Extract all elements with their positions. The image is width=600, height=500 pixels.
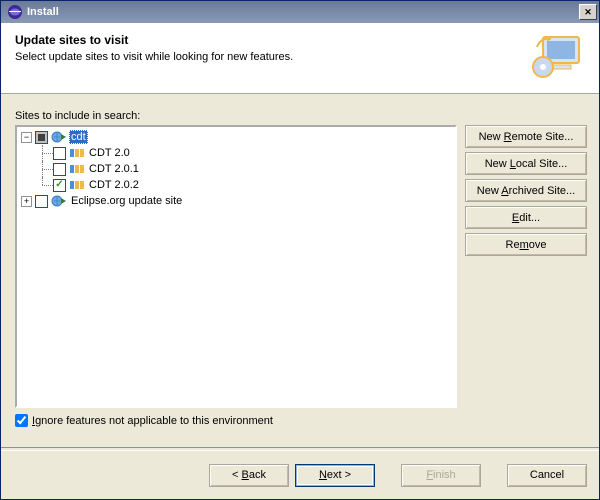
tree-item-cdt202[interactable]: CDT 2.0.2 <box>19 177 453 193</box>
feature-icon <box>69 161 85 177</box>
checkbox-cdt[interactable] <box>35 131 48 144</box>
wizard-body: Sites to include in search: − cdt <box>1 94 599 435</box>
ignore-row: Ignore features not applicable to this e… <box>15 414 587 427</box>
new-remote-site-button[interactable]: New Remote Site... <box>465 125 587 148</box>
update-wizard-icon <box>529 33 585 79</box>
globe-arrow-icon <box>51 193 67 209</box>
page-title: Update sites to visit <box>15 33 519 47</box>
new-archived-site-button[interactable]: New Archived Site... <box>465 179 587 202</box>
titlebar[interactable]: Install ✕ <box>1 1 599 23</box>
feature-icon <box>69 145 85 161</box>
tree-label: cdt <box>69 130 88 144</box>
tree-item-cdt201[interactable]: CDT 2.0.1 <box>19 161 453 177</box>
new-local-site-button[interactable]: New Local Site... <box>465 152 587 175</box>
globe-arrow-icon <box>51 129 67 145</box>
close-button[interactable]: ✕ <box>579 4 597 20</box>
wizard-footer: < Back Next > Finish Cancel <box>1 451 599 499</box>
collapse-icon[interactable]: − <box>21 132 32 143</box>
page-subtitle: Select update sites to visit while looki… <box>15 51 519 63</box>
ignore-label[interactable]: Ignore features not applicable to this e… <box>32 415 273 427</box>
site-buttons-column: New Remote Site... New Local Site... New… <box>465 125 587 408</box>
tree-label: CDT 2.0.2 <box>87 178 141 192</box>
cancel-button[interactable]: Cancel <box>507 464 587 487</box>
sites-label: Sites to include in search: <box>15 110 587 122</box>
tree-label: CDT 2.0 <box>87 146 132 160</box>
remove-button[interactable]: Remove <box>465 233 587 256</box>
expand-icon[interactable]: + <box>21 196 32 207</box>
checkbox-cdt20[interactable] <box>53 147 66 160</box>
tree-label: Eclipse.org update site <box>69 194 184 208</box>
tree-item-cdt20[interactable]: CDT 2.0 <box>19 145 453 161</box>
checkbox-cdt201[interactable] <box>53 163 66 176</box>
sites-tree[interactable]: − cdt CDT 2.0 <box>15 125 457 408</box>
next-button[interactable]: Next > <box>295 464 375 487</box>
window-title: Install <box>27 6 579 18</box>
edit-button[interactable]: Edit... <box>465 206 587 229</box>
checkbox-cdt202[interactable] <box>53 179 66 192</box>
ignore-checkbox[interactable] <box>15 414 28 427</box>
tree-item-eclipse[interactable]: + Eclipse.org update site <box>19 193 453 209</box>
finish-button: Finish <box>401 464 481 487</box>
eclipse-app-icon <box>7 4 23 20</box>
wizard-header: Update sites to visit Select update site… <box>1 23 599 94</box>
tree-item-cdt[interactable]: − cdt <box>19 129 453 145</box>
feature-icon <box>69 177 85 193</box>
tree-label: CDT 2.0.1 <box>87 162 141 176</box>
install-wizard-window: Install ✕ Update sites to visit Select u… <box>0 0 600 500</box>
checkbox-eclipse[interactable] <box>35 195 48 208</box>
back-button[interactable]: < Back <box>209 464 289 487</box>
